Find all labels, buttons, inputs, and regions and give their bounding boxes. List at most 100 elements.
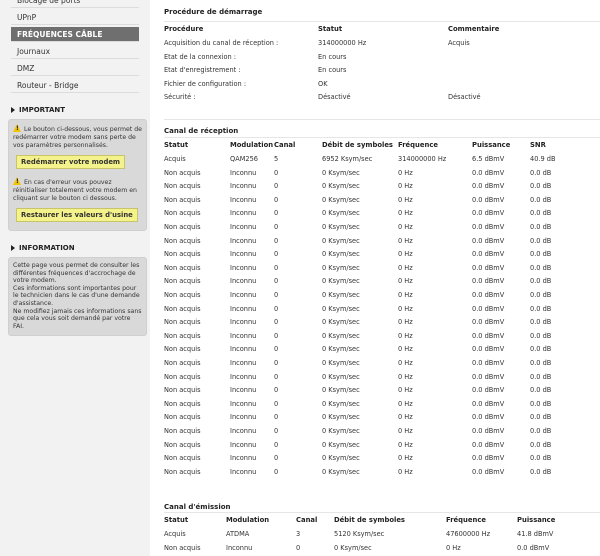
table-cell: 0 Ksym/sec [334,543,372,552]
table-cell: 0 [274,236,279,245]
table-cell: 0 Ksym/sec [322,291,360,299]
sidebar-item-5[interactable]: Routeur - Bridge [11,78,139,93]
table-cell: Désactivé [448,93,481,102]
restart-modem-button[interactable]: Redémarrer votre modem [16,155,126,169]
factory-reset-button[interactable]: Restaurer les valeurs d'usine [16,208,138,222]
table-cell: 0 Ksym/sec [322,209,360,218]
downstream-title: Canal de réception [164,127,239,135]
table-cell: 0.0 dB [530,250,552,259]
table-cell: 0 Ksym/sec [322,263,360,272]
sidebar-nav: Blocage de ports UPnP FRÉQUENCES CÂBLE Jour… [11,0,139,93]
sidebar-item-3[interactable]: Journaux [11,44,139,59]
warning-icon [13,177,22,186]
table-cell: En cours [318,66,347,75]
important-heading: IMPORTANT [11,105,150,115]
sidebar-item-2[interactable]: FRÉQUENCES CÂBLE [11,27,139,42]
table-cell: 0 [274,440,279,449]
table-cell: Désactivé [318,93,351,102]
table-cell: 0 Ksym/sec [322,399,360,408]
table-cell: 0 Ksym/sec [322,250,360,259]
table-cell: 0 [274,359,279,367]
sidebar-item-1[interactable]: UPnP [11,10,139,25]
table-cell: 0.0 dB [530,304,552,313]
table-cell: Non acquis [164,331,201,340]
table-cell: Non acquis [164,291,201,299]
table-cell: 0.0 dB [530,427,552,435]
table-cell: Inconnu [230,209,257,218]
column-header: Canal [274,141,296,149]
column-header: Modulation [230,141,274,149]
table-cell: Inconnu [230,440,257,449]
table-cell: Non acquis [164,440,201,449]
table-cell: 0 Ksym/sec [322,440,360,449]
column-header: Commentaire [448,25,500,33]
table-cell: 0.0 dBmV [472,386,505,395]
table-cell: 0 Ksym/sec [322,318,360,327]
table-cell: Inconnu [230,386,257,395]
table-cell: Acquis [448,39,470,47]
table-cell: 0.0 dB [530,331,552,340]
table-cell: 0 [274,168,279,177]
table-cell: 0.0 dBmV [472,236,505,245]
table-cell: Non acquis [164,236,201,245]
table-cell: 0 [274,413,279,422]
table-cell: 0 Ksym/sec [322,427,360,435]
table-cell: 0.0 dBmV [472,291,505,299]
table-cell: 0 Ksym/sec [322,236,360,245]
table-cell: Non acquis [164,543,201,552]
column-header: Débit de symboles [322,141,393,149]
table-cell: Non acquis [164,209,201,218]
table-cell: 0 Ksym/sec [322,386,360,395]
table-cell: 0 Hz [398,291,413,299]
column-header: Statut [318,25,343,33]
table-cell: Inconnu [230,195,257,204]
table-cell: 0.0 dBmV [472,331,505,340]
table-cell: 0.0 dBmV [472,413,505,422]
table-cell: 0 [274,182,279,191]
column-header: Puissance [517,516,556,524]
table-cell: Non acquis [164,182,201,191]
table-cell: 0.0 dB [530,399,552,408]
divider [164,119,600,120]
table-cell: Inconnu [230,182,257,191]
table-cell: 5120 Ksym/sec [334,530,385,538]
table-cell: 0 [274,304,279,313]
table-cell: 0 Hz [446,543,461,552]
table-cell: 0 [274,263,279,272]
table-cell: 0 [296,543,301,552]
table-cell: 0.0 dBmV [472,467,505,476]
table-cell: 40.9 dB [530,155,556,163]
column-header: Canal [296,516,318,524]
table-cell: Inconnu [230,263,257,272]
warning-icon [13,124,22,133]
table-cell: 0 Ksym/sec [322,454,360,463]
table-cell: Acquis [164,530,186,538]
table-cell: 0 Ksym/sec [322,467,360,476]
upstream-title: Canal d'émission [164,503,231,511]
information-heading: INFORMATION [11,243,150,253]
table-cell: 0.0 dBmV [472,263,505,272]
table-cell: 0.0 dB [530,413,552,422]
table-cell: Non acquis [164,427,201,435]
table-cell: 0.0 dBmV [472,345,505,354]
table-cell: 0 Hz [398,331,413,340]
table-cell: 0 Hz [398,236,413,245]
table-cell: 0.0 dB [530,318,552,327]
table-cell: 0 Ksym/sec [322,168,360,177]
table-cell: 0 Ksym/sec [322,359,360,367]
table-cell: 0.0 dB [530,195,552,204]
table-cell: 0.0 dBmV [472,223,505,231]
table-cell: Inconnu [230,318,257,327]
table-cell: 3 [296,530,301,538]
table-cell: 0 [274,277,279,286]
table-cell: 0.0 dB [530,291,552,299]
table-cell: 6952 Ksym/sec [322,155,373,163]
sidebar-item-0[interactable]: Blocage de ports [11,0,139,8]
sidebar-item-4[interactable]: DMZ [11,61,139,76]
table-cell: 0.0 dBmV [472,359,505,367]
table-cell: 0 Ksym/sec [322,372,360,381]
table-cell: 0 Hz [398,250,413,259]
table-cell: Etat d'enregistrement : [164,66,241,75]
column-header: Fréquence [446,516,486,524]
information-text: Cette page vous permet de consulter les … [13,262,142,330]
